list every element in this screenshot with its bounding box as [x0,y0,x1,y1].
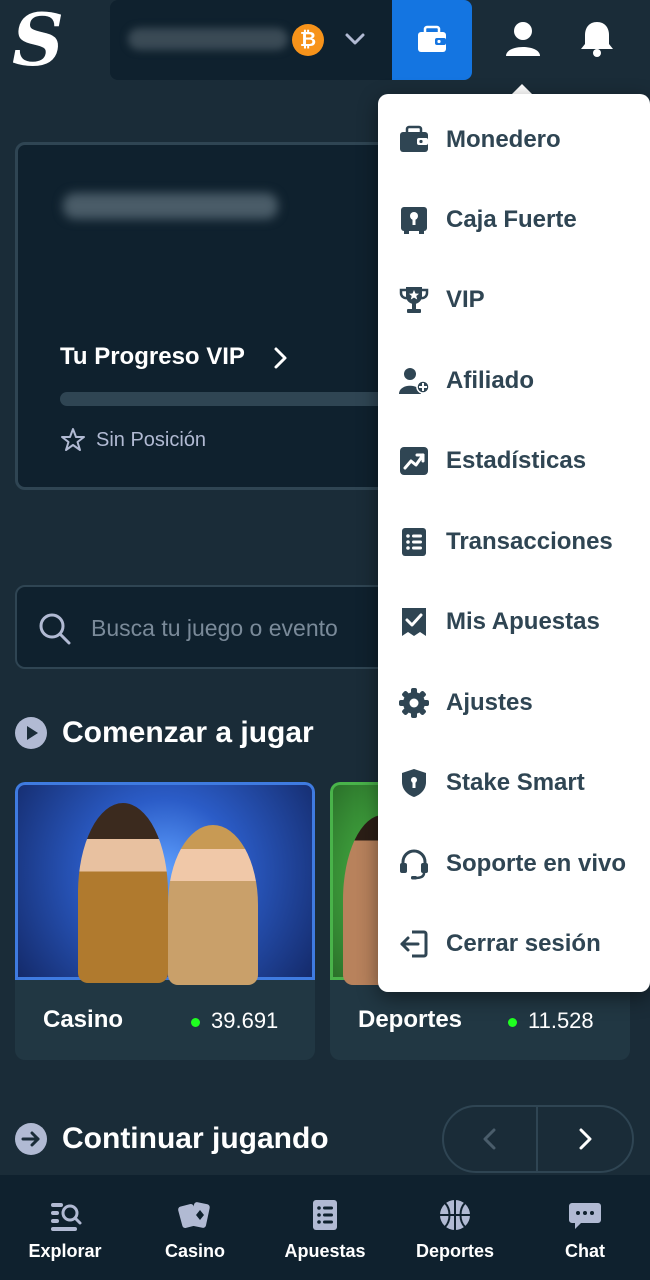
carousel-controls [442,1105,634,1173]
chevron-right-icon[interactable] [270,345,290,371]
bitcoin-icon: ₿ [292,24,324,56]
menu-item-vip-label: VIP [446,286,485,313]
sports-player-count: 11.528 [528,1008,594,1033]
sports-card-label: Deportes [358,1006,463,1033]
continue-playing-header: Continuar jugando [15,1122,329,1156]
menu-item-statistics[interactable]: Estadísticas [378,421,650,501]
casino-card-label: Casino [43,1006,124,1033]
carousel-prev-button[interactable] [444,1107,538,1171]
trophy-icon [398,284,430,316]
search-input[interactable] [91,609,401,647]
menu-item-wallet[interactable]: Monedero [378,100,650,180]
nav-explore-label: Explorar [28,1241,102,1261]
balance-selector[interactable]: ₿ [110,0,392,80]
transactions-icon [398,526,430,558]
arrow-right-circle-icon [15,1123,47,1155]
star-icon [61,428,85,451]
casino-card[interactable]: Casino 39.691 [15,782,315,1060]
menu-item-live-support-label: Soporte en vivo [446,850,627,877]
continue-playing-title: Continuar jugando [62,1122,329,1155]
vault-icon [398,204,430,236]
nav-sports-label: Deportes [415,1241,495,1261]
user-profile-icon[interactable] [502,18,544,60]
bottom-navigation: Explorar Casino Apuestas Deportes Chat [0,1175,650,1280]
menu-item-statistics-label: Estadísticas [446,447,587,474]
menu-item-settings[interactable]: Ajustes [378,663,650,743]
menu-item-vault-label: Caja Fuerte [446,206,577,233]
stats-chart-icon [398,445,430,477]
vip-rank-label: Sin Posición [96,429,207,451]
vip-progress-card[interactable]: Tu Progreso VIP Sin Posición [15,142,415,490]
menu-item-affiliate[interactable]: Afiliado [378,341,650,421]
search-bar[interactable] [15,585,415,669]
menu-item-my-bets[interactable]: Mis Apuestas [378,582,650,662]
menu-item-vip[interactable]: VIP [378,260,650,340]
shield-icon [398,767,430,799]
vip-progress-title[interactable]: Tu Progreso VIP [60,343,245,371]
casino-cards-icon [178,1202,210,1229]
carousel-next-button[interactable] [538,1107,632,1171]
play-circle-icon [15,717,47,749]
stake-logo[interactable]: S [12,4,64,76]
start-playing-title: Comenzar a jugar [62,716,314,749]
vip-progress-bar [60,392,400,406]
nav-chat[interactable]: Chat [520,1175,650,1280]
settings-gear-icon [398,687,430,719]
my-bets-icon [398,606,430,638]
notifications-bell-icon[interactable] [576,18,618,60]
casino-player-count: 39.691 [211,1008,279,1033]
nav-casino[interactable]: Casino [130,1175,260,1280]
balance-amount-hidden [128,28,288,50]
search-icon [39,613,71,645]
menu-item-stake-smart-label: Stake Smart [446,769,585,796]
menu-item-settings-label: Ajustes [446,689,533,716]
nav-bets[interactable]: Apuestas [260,1175,390,1280]
nav-explore[interactable]: Explorar [0,1175,130,1280]
wallet-button[interactable] [392,0,472,80]
explore-icon [51,1203,82,1231]
user-dropdown-menu: Monedero Caja Fuerte VIP Afiliado Estadí… [378,94,650,992]
wallet-icon [398,124,430,156]
menu-item-my-bets-label: Mis Apuestas [446,608,600,635]
bets-list-icon [313,1200,337,1230]
username-hidden [63,193,278,219]
nav-sports[interactable]: Deportes [390,1175,520,1280]
menu-item-stake-smart[interactable]: Stake Smart [378,743,650,823]
start-playing-header: Comenzar a jugar [15,716,314,750]
nav-bets-label: Apuestas [284,1241,366,1261]
chevron-left-icon [483,1128,496,1150]
menu-item-logout-label: Cerrar sesión [446,930,601,957]
casino-card-image [15,782,315,985]
logout-icon [398,928,430,960]
chevron-down-icon[interactable] [340,24,370,54]
chevron-right-icon [579,1128,592,1150]
menu-item-transactions-label: Transacciones [446,528,613,555]
menu-item-vault[interactable]: Caja Fuerte [378,180,650,260]
top-header: S ₿ [0,0,650,90]
affiliate-icon [398,365,430,397]
nav-casino-label: Casino [164,1241,225,1261]
headset-icon [398,848,430,880]
nav-chat-label: Chat [565,1241,605,1261]
menu-item-logout[interactable]: Cerrar sesión [378,904,650,984]
menu-item-live-support[interactable]: Soporte en vivo [378,824,650,904]
menu-item-affiliate-label: Afiliado [446,367,534,394]
basketball-icon [440,1200,470,1230]
online-dot-icon [508,1018,517,1027]
menu-item-transactions[interactable]: Transacciones [378,502,650,582]
chat-icon [569,1203,601,1229]
menu-item-wallet-label: Monedero [446,126,561,153]
online-dot-icon [191,1018,200,1027]
wallet-icon [418,25,446,52]
